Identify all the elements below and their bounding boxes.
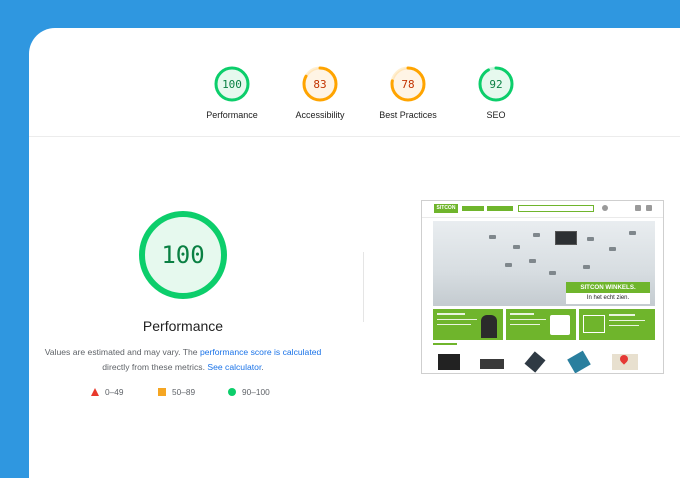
camera-icon — [609, 247, 616, 251]
legend-label-fail: 0–49 — [105, 387, 124, 397]
thumb-user-icon — [602, 205, 608, 211]
camera-icon — [587, 237, 594, 241]
camera-icon — [549, 271, 556, 275]
score-legend: 0–49 50–89 90–100 — [91, 387, 291, 399]
gauge-performance-ring: 100 — [214, 66, 250, 102]
gauge-best-practices-score: 78 — [401, 78, 414, 91]
thumb-text-line — [437, 313, 465, 315]
performance-big-gauge: 100 — [139, 211, 227, 299]
thumb-text-line — [437, 324, 471, 325]
gauge-accessibility-ring: 83 — [302, 66, 338, 102]
gauge-seo-ring: 92 — [478, 66, 514, 102]
thumb-nav-item — [462, 206, 484, 211]
thumb-text-line — [609, 314, 635, 316]
gauge-best-practices[interactable]: 78 Best Practices — [358, 66, 458, 120]
thumb-logo: SITCON — [434, 204, 458, 213]
thumb-menu-icon — [646, 205, 652, 211]
camera-icon — [533, 233, 540, 237]
header-divider — [29, 136, 680, 137]
thumb-product — [480, 359, 504, 369]
legend-label-pass: 90–100 — [242, 387, 270, 397]
thumb-text-line — [510, 319, 546, 320]
performance-title: Performance — [142, 318, 224, 334]
section-separator — [363, 252, 364, 322]
thumb-banner-title: SITCON WINKELS. — [566, 282, 650, 293]
thumb-text-line — [510, 313, 534, 315]
report-card: 100 Performance 83 Accessibility 78 Best… — [29, 28, 680, 478]
thumb-reviews-box — [506, 309, 576, 340]
performance-big-score: 100 — [161, 241, 204, 269]
thumb-product — [524, 351, 546, 373]
thumb-header: SITCON — [422, 201, 663, 218]
thumb-product — [567, 350, 591, 373]
camera-icon — [513, 245, 520, 249]
thumb-text-line — [510, 324, 540, 325]
circle-icon — [228, 388, 236, 396]
camera-icon — [505, 263, 512, 267]
gauge-accessibility-score: 83 — [313, 78, 326, 91]
thumb-text-line — [609, 320, 645, 321]
thumb-text-line — [437, 319, 477, 320]
desc-text-3: . — [261, 362, 264, 372]
thumb-nav-item — [487, 206, 513, 211]
desc-text-1: Values are estimated and may vary. The — [44, 347, 200, 357]
legend-label-average: 50–89 — [172, 387, 196, 397]
thumb-advice-box — [433, 309, 503, 340]
camera-icon — [489, 235, 496, 239]
thumb-hero-banner: SITCON WINKELS. In het echt zien. — [566, 282, 650, 304]
thumb-banner-subtitle: In het echt zien. — [586, 295, 630, 301]
thumb-search-bar — [518, 205, 594, 212]
desc-text-2: directly from these metrics. — [102, 362, 208, 372]
page-screenshot-thumbnail[interactable]: SITCON SITCON WINKELS. In het echt zien. — [421, 200, 664, 374]
square-icon — [158, 388, 166, 396]
see-calculator-link[interactable]: See calculator — [207, 362, 261, 372]
triangle-icon — [91, 388, 99, 396]
score-gauges: 100 Performance 83 Accessibility 78 Best… — [29, 28, 680, 136]
thumb-product — [438, 354, 460, 370]
camera-icon — [629, 231, 636, 235]
gauge-performance-score: 100 — [222, 78, 242, 91]
gauge-best-practices-ring: 78 — [390, 66, 426, 102]
gauge-seo-label: SEO — [486, 110, 506, 120]
thumb-cart-icon — [635, 205, 641, 211]
thumb-hero-image: SITCON WINKELS. In het echt zien. — [433, 221, 655, 306]
thumb-text-line — [609, 325, 639, 326]
thumb-badge — [550, 315, 570, 335]
gauge-seo[interactable]: 92 SEO — [446, 66, 546, 120]
performance-description: Values are estimated and may vary. The p… — [29, 345, 337, 375]
thumb-store-box — [579, 309, 655, 340]
monitor-icon — [555, 231, 577, 245]
gauge-accessibility-label: Accessibility — [295, 110, 345, 120]
legend-item-average: 50–89 — [158, 387, 195, 397]
performance-score-link[interactable]: performance score is calculated — [200, 347, 321, 357]
camera-icon — [583, 265, 590, 269]
gauge-performance-label: Performance — [206, 110, 258, 120]
legend-item-pass: 90–100 — [228, 387, 270, 397]
camera-icon — [529, 259, 536, 263]
thumb-categories-heading — [433, 343, 457, 345]
gauge-seo-score: 92 — [489, 78, 502, 91]
store-icon — [583, 315, 605, 333]
thumb-person — [481, 315, 497, 338]
gauge-performance[interactable]: 100 Performance — [182, 66, 282, 120]
gauge-best-practices-label: Best Practices — [379, 110, 437, 120]
legend-item-fail: 0–49 — [91, 387, 123, 397]
gauge-accessibility[interactable]: 83 Accessibility — [270, 66, 370, 120]
